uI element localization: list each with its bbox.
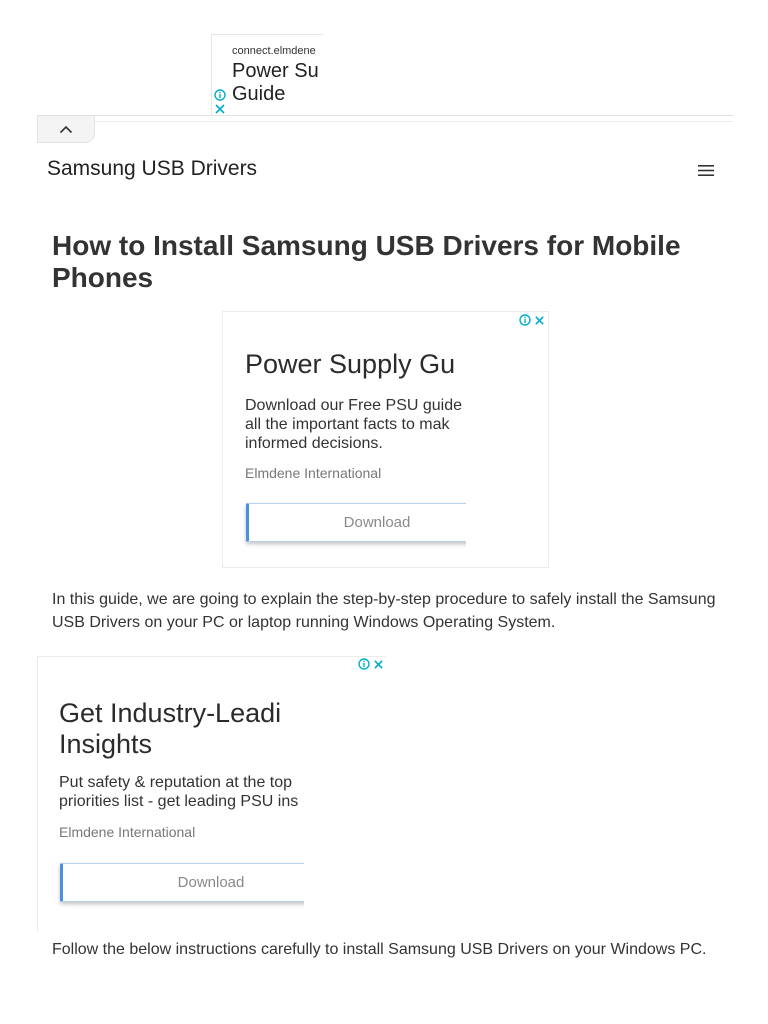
top-anchor-ad[interactable]: connect.elmdene Power Su Guide (211, 34, 323, 116)
close-icon[interactable] (214, 103, 226, 115)
ad-headline-line-2[interactable]: Insights (59, 729, 152, 760)
site-title-link[interactable]: Samsung USB Drivers (47, 157, 257, 181)
in-content-ad-2[interactable]: Get Industry-Leadi Insights Put safety &… (37, 656, 386, 931)
collapse-ad-button[interactable] (37, 116, 95, 143)
ad-advertiser: Elmdene International (59, 824, 196, 840)
adchoices-controls[interactable] (214, 89, 226, 115)
in-content-ad-1[interactable]: Power Supply Gu Download our Free PSU gu… (222, 311, 549, 568)
close-icon[interactable] (373, 659, 384, 670)
ad-download-button[interactable]: Download (60, 863, 304, 902)
ad-body-line-3: informed decisions. (245, 435, 383, 452)
ad-headline[interactable]: Power Supply Gu (245, 349, 455, 380)
ad-title-line-1: Power Su (232, 60, 319, 82)
instructions-paragraph: Follow the below instructions carefully … (52, 941, 707, 958)
ad-headline-line-1[interactable]: Get Industry-Leadi (59, 698, 281, 729)
ad-body-line-1: Download our Free PSU guide (245, 397, 463, 414)
ad-body-line-2: priorities list - get leading PSU ins (59, 793, 299, 810)
adchoices-controls[interactable] (519, 314, 545, 326)
info-icon[interactable] (214, 89, 226, 101)
ad-divider-secondary (95, 121, 733, 122)
adchoices-controls[interactable] (358, 658, 384, 670)
close-icon[interactable] (534, 315, 545, 326)
ad-creative[interactable]: Power Supply Gu Download our Free PSU gu… (223, 312, 466, 567)
ad-advertiser: Elmdene International (245, 465, 382, 481)
chevron-up-icon (59, 125, 73, 133)
ad-download-button[interactable]: Download (246, 503, 466, 542)
ad-title-line-2: Guide (232, 83, 286, 105)
info-icon[interactable] (358, 658, 370, 670)
ad-body-line-1: Put safety & reputation at the top (59, 774, 293, 791)
ad-divider (37, 115, 733, 116)
menu-button[interactable] (696, 161, 716, 179)
hamburger-menu-icon (698, 164, 714, 176)
ad-body-line-2: all the important facts to mak (245, 416, 450, 433)
intro-paragraph: In this guide, we are going to explain t… (52, 591, 716, 631)
info-icon[interactable] (519, 314, 531, 326)
ad-creative[interactable]: Get Industry-Leadi Insights Put safety &… (38, 657, 304, 931)
ad-title: Power Su Guide (232, 60, 319, 106)
ad-domain: connect.elmdene (232, 45, 316, 57)
article-title: How to Install Samsung USB Drivers for M… (52, 230, 681, 293)
